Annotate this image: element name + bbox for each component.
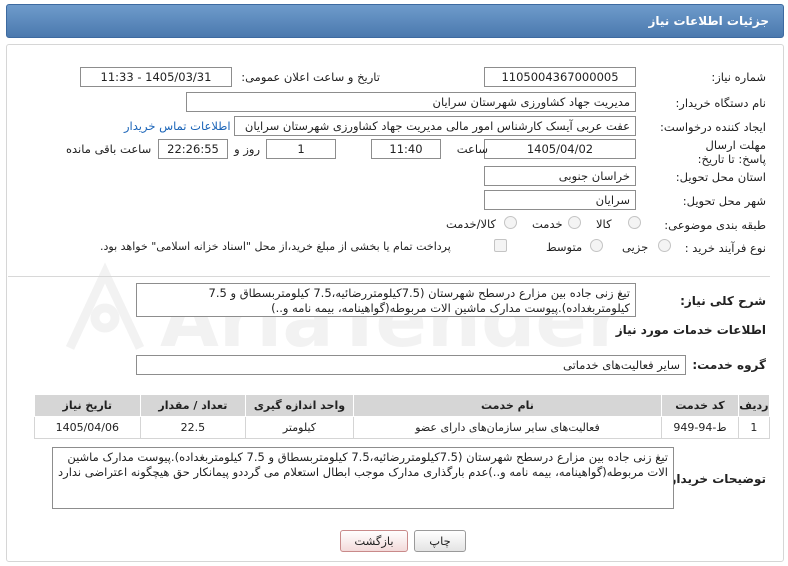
services-table: ردیف کد خدمت نام خدمت واحد اندازه گیری ت… bbox=[34, 394, 771, 439]
days-field: 1 bbox=[266, 139, 336, 159]
category-goods-service-label: کالا/خدمت bbox=[446, 217, 497, 231]
category-goods-radio[interactable] bbox=[628, 216, 641, 229]
process-minor-radio[interactable] bbox=[658, 239, 671, 252]
creator-label: ایجاد کننده درخواست: bbox=[660, 120, 766, 134]
category-label: طبقه بندی موضوعی: bbox=[664, 218, 766, 232]
category-service-label: خدمت bbox=[532, 217, 563, 231]
deadline-time-field: 11:40 bbox=[371, 139, 441, 159]
category-goods-label: کالا bbox=[596, 217, 612, 231]
table-header-row: ردیف کد خدمت نام خدمت واحد اندازه گیری ت… bbox=[34, 394, 771, 417]
summary-label: شرح کلی نیاز: bbox=[680, 294, 766, 308]
col-need-date: تاریخ نیاز bbox=[34, 394, 141, 417]
category-goods-service-radio[interactable] bbox=[504, 216, 517, 229]
cell-quantity: 22.5 bbox=[139, 416, 247, 439]
contact-buyer-link[interactable]: اطلاعات تماس خریدار bbox=[124, 119, 231, 133]
service-group-label: گروه خدمت: bbox=[692, 358, 766, 372]
deadline-label: مهلت ارسال پاسخ: تا تاریخ: bbox=[697, 138, 766, 166]
remaining-time-field: 22:26:55 bbox=[158, 139, 228, 159]
service-group-field: سایر فعالیت‌های خدماتی bbox=[136, 355, 686, 375]
buyer-notes-label: توضیحات خریدار: bbox=[664, 472, 766, 486]
back-button[interactable]: بازگشت bbox=[340, 530, 408, 552]
process-minor-label: جزیی bbox=[622, 240, 649, 254]
treasury-payment-note: پرداخت تمام یا بخشی از مبلغ خرید،از محل … bbox=[100, 240, 451, 253]
cell-unit: کیلومتر bbox=[245, 416, 354, 439]
need-number-label: شماره نیاز: bbox=[711, 70, 766, 84]
process-medium-label: متوسط bbox=[546, 240, 583, 254]
province-label: استان محل تحویل: bbox=[675, 170, 766, 184]
buyer-org-label: نام دستگاه خریدار: bbox=[675, 96, 766, 110]
process-medium-radio[interactable] bbox=[590, 239, 603, 252]
days-label: روز و bbox=[234, 142, 260, 156]
buyer-notes-text: تیغ زنی جاده بین مزارع درسطح شهرستان (7.… bbox=[52, 447, 674, 509]
col-service-code: کد خدمت bbox=[661, 394, 739, 417]
page-header: جزئیات اطلاعات نیاز bbox=[6, 4, 784, 38]
deadline-time-label: ساعت bbox=[456, 142, 488, 156]
divider bbox=[8, 276, 770, 277]
col-unit: واحد اندازه گیری bbox=[245, 394, 354, 417]
treasury-payment-checkbox[interactable] bbox=[494, 239, 507, 252]
buyer-org-field: مدیریت جهاد کشاورزی شهرستان سرایان bbox=[186, 92, 636, 112]
creator-field: عفت عربی آیسک کارشناس امور مالی مدیریت ج… bbox=[234, 116, 636, 136]
cell-need-date: 1405/04/06 bbox=[34, 416, 141, 439]
cell-service-name: فعالیت‌های سایر سازمان‌های دارای عضو bbox=[352, 416, 663, 439]
col-quantity: تعداد / مقدار bbox=[139, 394, 247, 417]
process-label: نوع فرآیند خرید : bbox=[684, 241, 766, 255]
print-button[interactable]: چاپ bbox=[414, 530, 466, 552]
need-number-field: 1105004367000005 bbox=[484, 67, 636, 87]
col-service-name: نام خدمت bbox=[352, 394, 663, 417]
announce-field: 1405/03/31 - 11:33 bbox=[80, 67, 232, 87]
cell-row-number: 1 bbox=[737, 416, 771, 439]
services-section-title: اطلاعات خدمات مورد نیاز bbox=[615, 323, 766, 337]
cell-service-code: ط-94-949 bbox=[661, 416, 739, 439]
remaining-label: ساعت باقی مانده bbox=[66, 142, 152, 156]
city-field: سرایان bbox=[484, 190, 636, 210]
province-field: خراسان جنوبی bbox=[484, 166, 636, 186]
city-label: شهر محل تحویل: bbox=[682, 194, 766, 208]
summary-text: تیغ زنی جاده بین مزارع درسطح شهرستان (7.… bbox=[136, 283, 636, 317]
announce-label: تاریخ و ساعت اعلان عمومی: bbox=[241, 70, 380, 84]
col-row-number: ردیف bbox=[737, 394, 771, 417]
category-service-radio[interactable] bbox=[568, 216, 581, 229]
deadline-date-field: 1405/04/02 bbox=[484, 139, 636, 159]
page-title: جزئیات اطلاعات نیاز bbox=[648, 14, 769, 28]
table-row: 1 ط-94-949 فعالیت‌های سایر سازمان‌های دا… bbox=[34, 416, 771, 439]
